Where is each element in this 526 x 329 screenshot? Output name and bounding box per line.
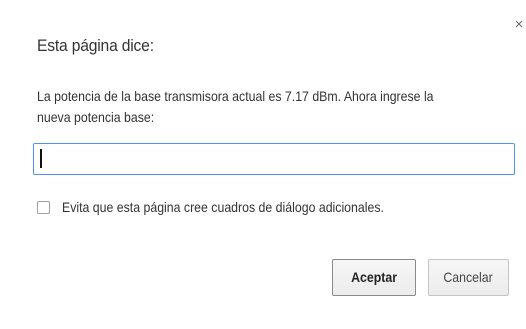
cancel-button[interactable]: Cancelar [428, 259, 509, 296]
prompt-dialog: × Esta página dice: La potencia de la ba… [0, 0, 526, 329]
close-icon[interactable]: × [514, 17, 524, 32]
suppress-dialogs-label[interactable]: Evita que esta página cree cuadros de di… [62, 199, 384, 215]
cancel-button-label: Cancelar [443, 269, 494, 285]
dialog-title: Esta página dice: [37, 36, 154, 55]
prompt-input[interactable] [33, 143, 515, 175]
dialog-message: La potencia de la base transmisora actua… [37, 88, 434, 125]
suppress-dialogs-checkbox[interactable] [37, 200, 50, 214]
accept-button[interactable]: Aceptar [332, 259, 416, 296]
text-caret [40, 149, 42, 168]
suppress-dialogs-option[interactable]: Evita que esta página cree cuadros de di… [37, 199, 428, 215]
accept-button-label: Aceptar [351, 269, 397, 285]
